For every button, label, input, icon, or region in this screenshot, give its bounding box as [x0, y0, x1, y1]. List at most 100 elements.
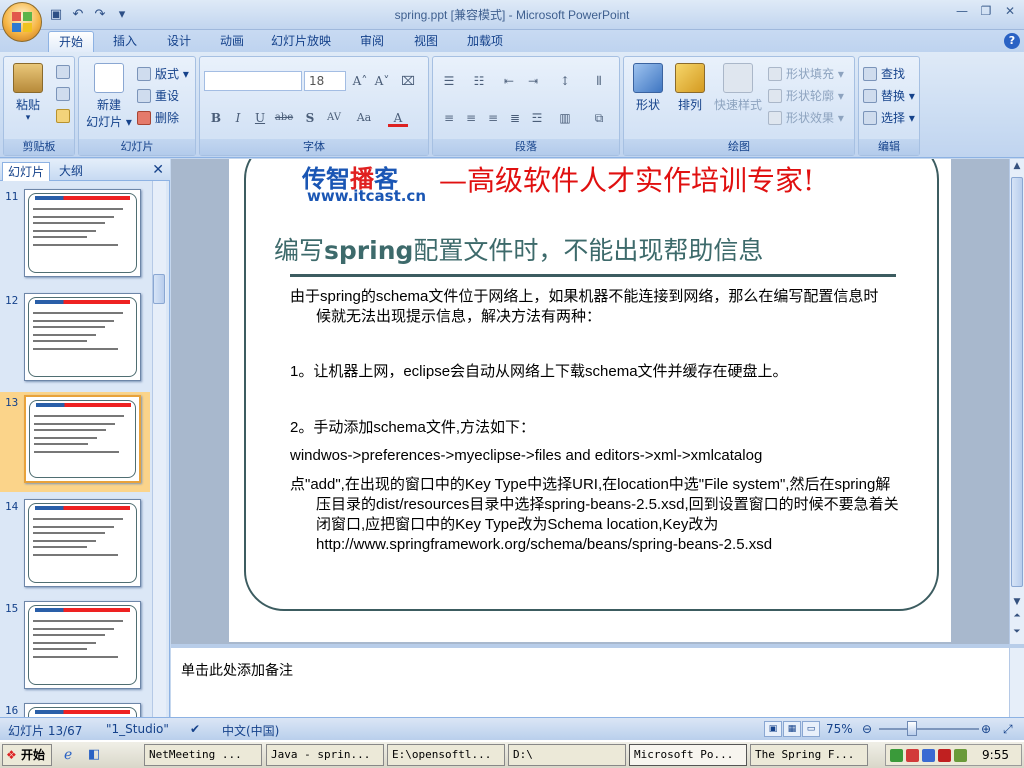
tab-view[interactable]: 视图: [404, 31, 448, 52]
select-button[interactable]: 选择 ▾: [863, 109, 915, 126]
start-button[interactable]: ❖ 开始: [2, 744, 52, 766]
body-paragraph-4[interactable]: windwos->preferences->myeclipse->files a…: [290, 446, 910, 466]
decrease-indent-icon[interactable]: ⇤: [499, 72, 519, 90]
increase-indent-icon[interactable]: ⇥: [523, 72, 543, 90]
body-paragraph-1[interactable]: 由于spring的schema文件位于网络上，如果机器不能连接到网络，那么在编写…: [290, 287, 890, 327]
paste-button[interactable]: 粘贴 ▾: [8, 63, 48, 123]
shrink-font-icon[interactable]: A˅: [372, 72, 392, 90]
align-right-icon[interactable]: ≡: [483, 109, 503, 127]
font-name-input[interactable]: [204, 71, 302, 91]
pane-scrollbar[interactable]: [152, 181, 166, 717]
zoom-slider[interactable]: [879, 728, 979, 730]
tray-volume-icon[interactable]: [954, 749, 967, 762]
shadow-button[interactable]: S: [300, 109, 320, 127]
task-java[interactable]: Java - sprin...: [266, 744, 384, 766]
slide-sorter-icon[interactable]: ▦: [783, 721, 801, 737]
language[interactable]: 中文(中国): [222, 722, 279, 739]
format-painter-icon[interactable]: [56, 109, 70, 123]
strikethrough-button[interactable]: abe: [274, 109, 294, 127]
numbering-icon[interactable]: ☷: [469, 72, 489, 90]
pane-scrollbar-thumb[interactable]: [153, 274, 165, 304]
cut-icon[interactable]: [56, 65, 70, 79]
char-spacing-button[interactable]: AV: [324, 109, 344, 127]
slide-scrollbar-thumb[interactable]: [1011, 177, 1023, 587]
body-paragraph-5[interactable]: 点"add",在出现的窗口中的Key Type中选择URI,在location中…: [290, 475, 900, 555]
task-explorer-e[interactable]: E:\opensoftl...: [387, 744, 505, 766]
next-slide-icon[interactable]: ⏷: [1011, 627, 1023, 641]
tab-insert[interactable]: 插入: [103, 31, 147, 52]
shape-fill-button[interactable]: 形状填充 ▾: [768, 65, 844, 82]
columns-icon[interactable]: ▥: [555, 109, 575, 127]
find-button[interactable]: 查找: [863, 65, 905, 82]
tab-design[interactable]: 设计: [157, 31, 201, 52]
bullets-icon[interactable]: ☰: [439, 72, 459, 90]
notes-pane[interactable]: 单击此处添加备注: [171, 644, 1024, 721]
change-case-button[interactable]: Aa: [354, 109, 374, 127]
close-pane-icon[interactable]: ✕: [152, 162, 164, 178]
delete-button[interactable]: 删除: [137, 109, 179, 126]
notes-placeholder[interactable]: 单击此处添加备注: [181, 660, 293, 680]
new-slide-button[interactable]: 新建 幻灯片 ▾: [83, 63, 135, 130]
replace-button[interactable]: 替换 ▾: [863, 87, 915, 104]
grow-font-icon[interactable]: A˄: [350, 72, 370, 90]
tab-outline[interactable]: 大纲: [54, 162, 88, 181]
tab-slideshow[interactable]: 幻灯片放映: [265, 31, 337, 52]
slide-thumbnail[interactable]: 15: [0, 598, 150, 698]
slide-thumbnail[interactable]: 13: [0, 392, 150, 492]
tray-network-icon[interactable]: [890, 749, 903, 762]
slide-title[interactable]: 编写spring配置文件时，不能出现帮助信息: [274, 231, 763, 267]
zoom-level[interactable]: 75%: [826, 722, 853, 736]
zoom-in-icon[interactable]: ⊕: [981, 722, 991, 736]
body-paragraph-3[interactable]: 2。手动添加schema文件,方法如下：: [290, 418, 890, 438]
tab-slides[interactable]: 幻灯片: [2, 162, 51, 181]
shape-effects-button[interactable]: 形状效果 ▾: [768, 109, 844, 126]
slide-thumbnail[interactable]: 14: [0, 496, 150, 596]
zoom-out-icon[interactable]: ⊖: [862, 722, 872, 736]
ie-icon[interactable]: ℯ: [64, 747, 72, 763]
tray-k-icon[interactable]: [938, 749, 951, 762]
bold-button[interactable]: B: [206, 109, 226, 127]
arrange-button[interactable]: 排列: [670, 63, 710, 113]
underline-button[interactable]: U: [250, 109, 270, 127]
tab-animations[interactable]: 动画: [210, 31, 254, 52]
align-left-icon[interactable]: ≡: [439, 109, 459, 127]
prev-slide-icon[interactable]: ⏶: [1011, 611, 1023, 625]
minimize-button[interactable]: —: [952, 2, 972, 20]
font-size-input[interactable]: 18: [304, 71, 346, 91]
line-spacing-icon[interactable]: ↕: [555, 72, 575, 90]
restore-button[interactable]: ❐: [976, 2, 996, 20]
zoom-slider-handle[interactable]: [907, 721, 917, 736]
fit-window-icon[interactable]: ⤢: [1003, 722, 1013, 737]
tab-home[interactable]: 开始: [48, 31, 94, 52]
text-direction-icon[interactable]: ⫴: [589, 72, 609, 90]
slide-canvas[interactable]: 传智播客 www.itcast.cn —高级软件人才实作培训专家! 编写spri…: [229, 159, 951, 642]
clear-format-icon[interactable]: ⌧: [398, 72, 418, 90]
smartart-icon[interactable]: ⧉: [589, 109, 609, 127]
slide-scrollbar[interactable]: ▲ ▼ ⏶ ⏷: [1009, 159, 1024, 644]
scroll-down-icon[interactable]: ▼: [1011, 597, 1023, 611]
tab-review[interactable]: 审阅: [350, 31, 394, 52]
quick-styles-button[interactable]: 快速样式: [712, 63, 764, 113]
tray-security-icon[interactable]: [906, 749, 919, 762]
reset-button[interactable]: 重设: [137, 87, 179, 104]
notes-scrollbar[interactable]: [1009, 648, 1024, 721]
task-spring-browser[interactable]: The Spring F...: [750, 744, 868, 766]
slide-thumbnail[interactable]: 12: [0, 290, 150, 390]
quicklaunch-icon[interactable]: ◧: [88, 747, 100, 762]
italic-button[interactable]: I: [228, 109, 248, 127]
shape-outline-button[interactable]: 形状轮廓 ▾: [768, 87, 844, 104]
distribute-icon[interactable]: ☲: [527, 109, 547, 127]
justify-icon[interactable]: ≣: [505, 109, 525, 127]
close-button[interactable]: ✕: [1000, 2, 1020, 20]
slide-thumbnail[interactable]: 11: [0, 186, 150, 286]
tray-app-icon[interactable]: [922, 749, 935, 762]
layout-button[interactable]: 版式 ▾: [137, 65, 189, 82]
tab-addins[interactable]: 加载项: [460, 31, 510, 52]
font-color-button[interactable]: A: [388, 109, 408, 127]
shapes-button[interactable]: 形状: [628, 63, 668, 113]
copy-icon[interactable]: [56, 87, 70, 101]
task-powerpoint[interactable]: Microsoft Po...: [629, 744, 747, 766]
spellcheck-icon[interactable]: ✔: [190, 722, 200, 736]
scroll-up-icon[interactable]: ▲: [1011, 161, 1023, 175]
office-button[interactable]: [2, 2, 42, 42]
